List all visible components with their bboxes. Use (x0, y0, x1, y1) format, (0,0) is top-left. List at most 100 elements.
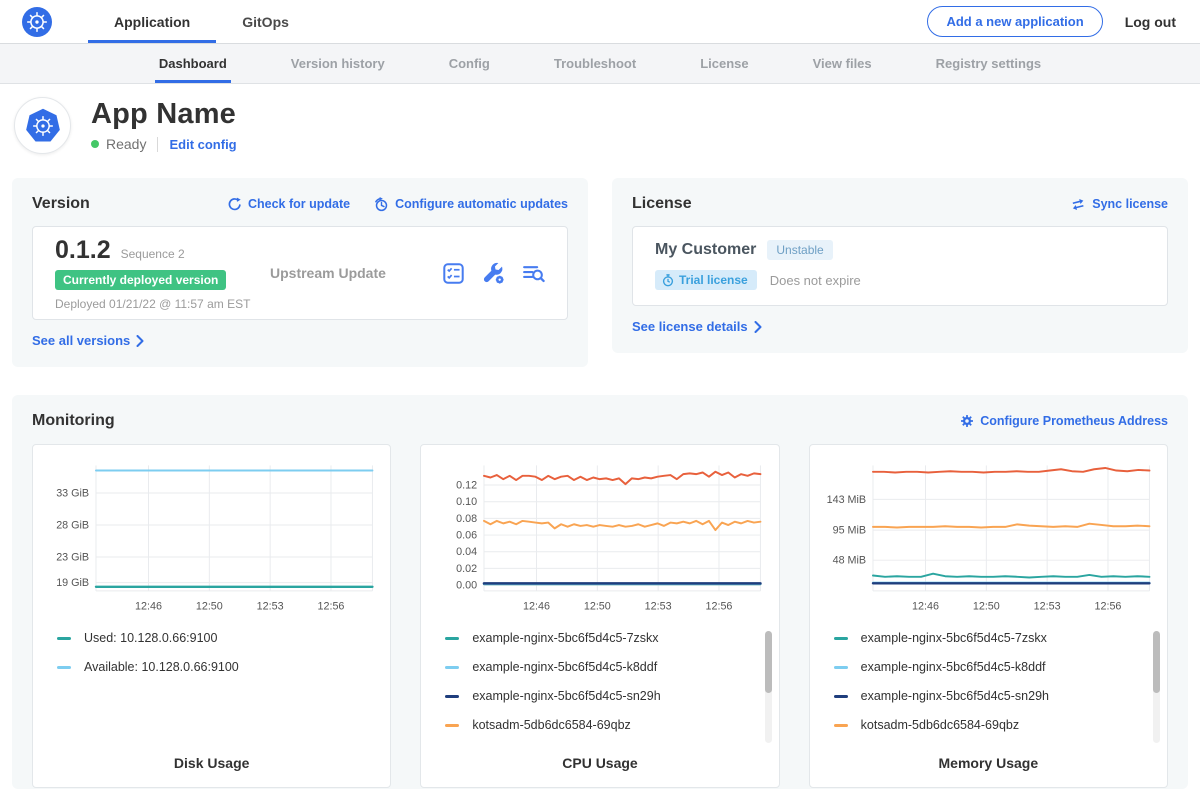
svg-text:95 MiB: 95 MiB (832, 525, 866, 537)
legend-label: example-nginx-5bc6f5d4c5-7zskx (861, 631, 1047, 645)
svg-text:143 MiB: 143 MiB (826, 494, 866, 506)
legend-label: kotsadm-5db6dc6584-69qbz (861, 718, 1019, 732)
svg-text:0.02: 0.02 (456, 563, 477, 575)
tab-gitops[interactable]: GitOps (216, 0, 315, 43)
deployed-version-panel: 0.1.2 Sequence 2 Currently deployed vers… (32, 226, 568, 320)
chevron-right-icon (136, 335, 144, 347)
svg-text:23 GiB: 23 GiB (56, 551, 89, 563)
cpu-usage-legend: example-nginx-5bc6f5d4c5-7zskx example-ng… (433, 628, 766, 744)
svg-text:0.00: 0.00 (456, 580, 477, 592)
legend-item: kotsadm-5db6dc6584-69qbz (834, 715, 1155, 735)
legend-label: example-nginx-5bc6f5d4c5-k8ddf (472, 660, 657, 674)
legend-color-dash (445, 666, 459, 669)
top-nav: Application GitOps Add a new application… (0, 0, 1200, 44)
monitoring-section: Monitoring Configure Prometheus Address … (12, 395, 1188, 789)
legend-item: Used: 10.128.0.66:9100 (57, 628, 378, 648)
console-tabs: Application GitOps (88, 0, 315, 43)
version-number: 0.1.2 (55, 236, 111, 265)
svg-text:0.10: 0.10 (456, 496, 477, 508)
version-card-title: Version (32, 195, 90, 213)
refresh-icon (227, 197, 242, 212)
legend-label: Used: 10.128.0.66:9100 (84, 631, 217, 645)
subnav-tab-version-history[interactable]: Version history (287, 44, 389, 83)
legend-label: kotsadm-5db6dc6584-69qbz (472, 718, 630, 732)
svg-text:12:50: 12:50 (973, 601, 1000, 613)
auto-update-clock-icon (374, 197, 389, 212)
svg-text:48 MiB: 48 MiB (832, 555, 866, 567)
version-sequence: Sequence 2 (121, 247, 185, 261)
legend-color-dash (445, 695, 459, 698)
edit-config-wrench-icon[interactable] (482, 262, 505, 285)
kubernetes-logo-icon[interactable] (22, 7, 52, 37)
configure-prometheus-link[interactable]: Configure Prometheus Address (960, 414, 1168, 428)
license-panel: My Customer Unstable Trial license Does … (632, 226, 1168, 306)
svg-text:12:53: 12:53 (1033, 601, 1060, 613)
configure-automatic-updates-link[interactable]: Configure automatic updates (374, 197, 568, 212)
monitoring-title: Monitoring (32, 412, 115, 430)
memory-usage-chart: 143 MiB95 MiB48 MiB12:4612:5012:5312:56 (822, 458, 1155, 616)
legend-scrollbar[interactable] (1153, 631, 1160, 743)
chart-title: Disk Usage (45, 755, 378, 775)
svg-text:12:53: 12:53 (257, 601, 284, 613)
preflight-checks-icon[interactable] (442, 262, 465, 285)
check-for-update-link[interactable]: Check for update (227, 197, 350, 212)
svg-text:12:46: 12:46 (135, 601, 162, 613)
legend-item: example-nginx-5bc6f5d4c5-7zskx (445, 628, 766, 648)
chart-title: Memory Usage (822, 755, 1155, 775)
app-status: Ready (106, 136, 146, 152)
cpu-usage-chart-card: 0.120.100.080.060.040.020.0012:4612:5012… (420, 444, 779, 788)
legend-label: example-nginx-5bc6f5d4c5-sn29h (861, 689, 1049, 703)
trial-license-badge: Trial license (655, 270, 757, 290)
sync-license-link[interactable]: Sync license (1070, 197, 1168, 211)
deployed-timestamp: Deployed 01/21/22 @ 11:57 am EST (55, 297, 270, 311)
stopwatch-icon (662, 274, 674, 287)
disk-usage-legend: Used: 10.128.0.66:9100 Available: 10.128.… (45, 628, 378, 686)
chevron-right-icon (754, 321, 762, 333)
legend-item: kotsadm-5db6dc6584-69qbz (445, 715, 766, 735)
chart-title: CPU Usage (433, 755, 766, 775)
customer-name: My Customer (655, 241, 756, 259)
see-license-details-link[interactable]: See license details (632, 319, 762, 334)
logout-link[interactable]: Log out (1125, 14, 1176, 30)
svg-text:12:50: 12:50 (196, 601, 223, 613)
license-card-title: License (632, 195, 692, 213)
memory-usage-chart-card: 143 MiB95 MiB48 MiB12:4612:5012:5312:56 … (809, 444, 1168, 788)
legend-color-dash (57, 666, 71, 669)
add-application-button[interactable]: Add a new application (927, 6, 1102, 37)
subnav-tab-view-files[interactable]: View files (809, 44, 876, 83)
page-title: App Name (91, 99, 237, 131)
disk-usage-chart-card: 33 GiB28 GiB23 GiB19 GiB12:4612:5012:531… (32, 444, 391, 788)
license-card: License Sync license My C (612, 178, 1188, 353)
currently-deployed-badge: Currently deployed version (55, 270, 226, 290)
app-subnav: Dashboard Version history Config Trouble… (0, 44, 1200, 84)
svg-text:0.12: 0.12 (456, 479, 477, 491)
legend-label: example-nginx-5bc6f5d4c5-sn29h (472, 689, 660, 703)
svg-text:19 GiB: 19 GiB (56, 577, 89, 589)
legend-scrollbar[interactable] (765, 631, 772, 743)
license-expiry: Does not expire (770, 273, 861, 288)
subnav-tab-registry-settings[interactable]: Registry settings (932, 44, 1045, 83)
legend-item: Available: 10.128.0.66:9100 (57, 657, 378, 677)
legend-item: example-nginx-5bc6f5d4c5-7zskx (834, 628, 1155, 648)
legend-color-dash (445, 637, 459, 640)
tab-application[interactable]: Application (88, 0, 216, 43)
subnav-tab-license[interactable]: License (696, 44, 752, 83)
legend-item: example-nginx-5bc6f5d4c5-k8ddf (834, 657, 1155, 677)
subnav-tab-troubleshoot[interactable]: Troubleshoot (550, 44, 640, 83)
svg-text:33 GiB: 33 GiB (56, 487, 89, 499)
legend-color-dash (834, 666, 848, 669)
legend-color-dash (445, 724, 459, 727)
view-diff-icon[interactable] (522, 262, 545, 285)
disk-usage-chart: 33 GiB28 GiB23 GiB19 GiB12:4612:5012:531… (45, 458, 378, 616)
legend-color-dash (834, 724, 848, 727)
edit-config-link[interactable]: Edit config (169, 137, 236, 152)
subnav-tab-config[interactable]: Config (445, 44, 494, 83)
app-header: App Name Ready Edit config (0, 84, 1200, 168)
see-all-versions-link[interactable]: See all versions (32, 333, 144, 348)
svg-text:12:46: 12:46 (912, 601, 939, 613)
legend-color-dash (57, 637, 71, 640)
svg-text:0.08: 0.08 (456, 513, 477, 525)
memory-usage-legend: example-nginx-5bc6f5d4c5-7zskx example-ng… (822, 628, 1155, 744)
channel-badge: Unstable (767, 240, 832, 260)
subnav-tab-dashboard[interactable]: Dashboard (155, 44, 231, 83)
